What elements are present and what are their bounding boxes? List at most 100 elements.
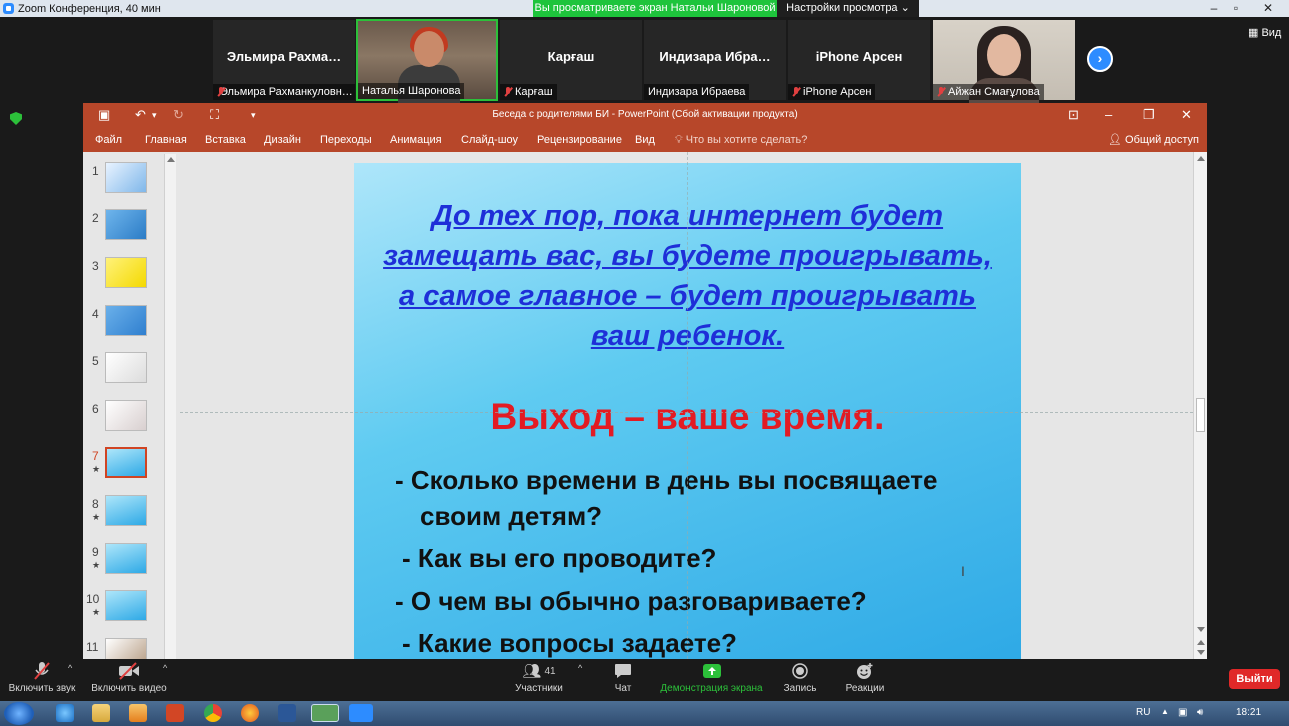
slide-thumbnail[interactable]: 11 <box>83 628 167 659</box>
view-options-dropdown[interactable]: Настройки просмотра ⌄ <box>777 0 919 17</box>
tell-me-search[interactable]: 💡︎ Что вы хотите сделать? <box>675 134 807 147</box>
view-button[interactable]: ▦ Вид <box>1248 26 1281 39</box>
minimize-icon[interactable]: – <box>1204 0 1224 17</box>
network-icon[interactable]: ▣ <box>1178 707 1187 718</box>
slide-bullet[interactable]: - О чем вы обычно разговариваете? <box>395 586 867 617</box>
tab-home[interactable]: Главная <box>145 134 187 146</box>
share-screen-icon <box>660 659 763 683</box>
slide-thumbnail[interactable]: 8 ★ <box>83 485 167 531</box>
record-button[interactable]: Запись <box>781 659 819 701</box>
share-button[interactable]: 👤︎ Общий доступ <box>1108 133 1199 146</box>
slide-thumbnail-selected[interactable]: 7 ★ <box>83 437 167 483</box>
start-video-label: Включить видео <box>91 683 167 694</box>
animation-star-icon: ★ <box>92 560 101 570</box>
slide-thumbnail[interactable]: 10 ★ <box>83 580 167 626</box>
slide-bullet[interactable]: - Как вы его проводите? <box>402 543 716 574</box>
participants-icon: 👥︎ 41 <box>522 663 556 680</box>
next-slide-icon[interactable] <box>1197 650 1205 655</box>
share-screen-button[interactable]: Демонстрация экрана <box>660 659 763 701</box>
tab-insert[interactable]: Вставка <box>205 134 246 146</box>
powerpoint-taskbar-icon[interactable] <box>166 704 184 722</box>
thumbnail-image <box>105 543 147 574</box>
slide-bullet-continuation[interactable]: своим детям? <box>420 501 602 532</box>
participant-label-text: Айжан Смағұлова <box>948 86 1040 98</box>
chat-button[interactable]: Чат <box>608 659 638 701</box>
slide-thumbnail[interactable]: 6 <box>83 390 167 436</box>
next-page-arrow-icon[interactable]: › <box>1087 46 1113 72</box>
lightbulb-icon: 💡︎ <box>675 134 686 146</box>
windows-start-icon[interactable] <box>4 702 34 725</box>
previous-slide-icon[interactable] <box>1197 640 1205 645</box>
start-video-button[interactable]: Включить видео <box>91 659 167 701</box>
tab-review[interactable]: Рецензирование <box>537 134 622 146</box>
word-icon[interactable] <box>278 704 296 722</box>
tab-animations[interactable]: Анимация <box>390 134 442 146</box>
scroll-up-icon[interactable] <box>167 157 175 162</box>
restore-icon[interactable]: ❐ <box>1143 107 1155 123</box>
slide-thumbnail[interactable]: 1 <box>83 152 167 198</box>
tab-design[interactable]: Дизайн <box>264 134 301 146</box>
ppt-workspace: 1 2 3 4 5 6 7 ★ 8 ★ 9 ★ 10 ★ 11 До тех п… <box>83 152 1207 659</box>
restore-icon[interactable]: ▫ <box>1226 0 1246 17</box>
tab-slideshow[interactable]: Слайд-шоу <box>461 134 518 146</box>
vertical-guide <box>687 152 688 659</box>
file-explorer-icon[interactable] <box>92 704 110 722</box>
tab-file[interactable]: Файл <box>95 134 122 146</box>
tab-transitions[interactable]: Переходы <box>320 134 372 146</box>
close-icon[interactable]: ✕ <box>1258 0 1278 17</box>
tray-expand-icon[interactable]: ▲ <box>1161 707 1169 716</box>
reactions-button[interactable]: Реакции <box>843 659 887 701</box>
clock[interactable]: 18:21 <box>1236 707 1261 718</box>
thumbnail-image <box>105 305 147 336</box>
participant-label: Индизара Ибраева <box>644 84 750 100</box>
slide-number: 8 <box>92 497 99 511</box>
ribbon-display-icon[interactable]: ⊡ <box>1068 107 1079 123</box>
firefox-icon[interactable] <box>241 704 259 722</box>
slide-scrollbar[interactable] <box>1193 152 1207 659</box>
scroll-up-icon[interactable] <box>1197 156 1205 161</box>
slide-editing-area[interactable]: До тех пор, пока интернет будет замещать… <box>180 152 1193 659</box>
powerpoint-window: ▣ ↶ ▾ ↻ ⛶ ▾ Беседа с родителями БИ - Pow… <box>83 103 1207 659</box>
participant-tile[interactable]: Эльмира Рахма… Эльмира Рахманкуловн… <box>213 20 355 100</box>
thumbnail-image <box>105 447 147 478</box>
slide-thumbnail[interactable]: 9 ★ <box>83 533 167 579</box>
opera-icon[interactable] <box>311 704 339 722</box>
thumbnails-scrollbar[interactable] <box>164 154 176 659</box>
participants-options-chevron-icon[interactable]: ^ <box>578 663 582 673</box>
slide-thumbnail[interactable]: 2 <box>83 199 167 245</box>
ppt-ribbon-tabs: Файл Главная Вставка Дизайн Переходы Ани… <box>83 128 1207 152</box>
participant-tile[interactable]: Карғаш Карғаш <box>500 20 642 100</box>
audio-options-chevron-icon[interactable]: ^ <box>68 663 72 673</box>
slide-thumbnail[interactable]: 3 <box>83 247 167 293</box>
slide-thumbnail[interactable]: 5 <box>83 342 167 388</box>
participant-tile[interactable]: Айжан Смағұлова <box>933 20 1075 108</box>
video-options-chevron-icon[interactable]: ^ <box>163 663 167 673</box>
leave-meeting-button[interactable]: Выйти <box>1229 669 1280 689</box>
scrollbar-thumb[interactable] <box>1196 398 1205 432</box>
ppt-window-title: Беседа с родителями БИ - PowerPoint (Сбо… <box>492 109 798 120</box>
scroll-down-icon[interactable] <box>1197 627 1205 632</box>
media-player-icon[interactable] <box>129 704 147 722</box>
close-icon[interactable]: ✕ <box>1181 107 1192 123</box>
participants-button[interactable]: 👥︎ 41 Участники <box>512 659 566 701</box>
volume-icon[interactable]: 🔊︎ <box>1197 707 1203 718</box>
person-icon: 👤︎ <box>1108 134 1126 146</box>
minimize-icon[interactable]: – <box>1105 107 1112 122</box>
screen: Zoom Конференция, 40 мин Вы просматривае… <box>0 0 1289 726</box>
participant-tile-active-speaker[interactable]: Наталья Шаронова <box>356 19 498 105</box>
participants-count: 41 <box>544 665 556 677</box>
chrome-icon[interactable] <box>204 704 222 722</box>
internet-explorer-icon[interactable] <box>56 704 74 722</box>
participant-tile[interactable]: Индизара Ибра… Индизара Ибраева <box>644 20 786 100</box>
participant-name: Индизара Ибра… <box>659 49 771 64</box>
security-shield-icon[interactable] <box>10 112 22 125</box>
participant-tile[interactable]: iPhone Арсен iPhone Арсен <box>788 20 930 100</box>
unmute-button[interactable]: Включить звук <box>8 659 76 701</box>
tab-view[interactable]: Вид <box>635 134 655 146</box>
thumbnail-image <box>105 162 147 193</box>
slide-bullet[interactable]: - Сколько времени в день вы посвящаете <box>395 465 937 496</box>
language-indicator[interactable]: RU <box>1136 707 1150 718</box>
slide-thumbnail[interactable]: 4 <box>83 295 167 341</box>
chat-label: Чат <box>614 683 632 694</box>
zoom-taskbar-icon[interactable] <box>349 704 373 722</box>
